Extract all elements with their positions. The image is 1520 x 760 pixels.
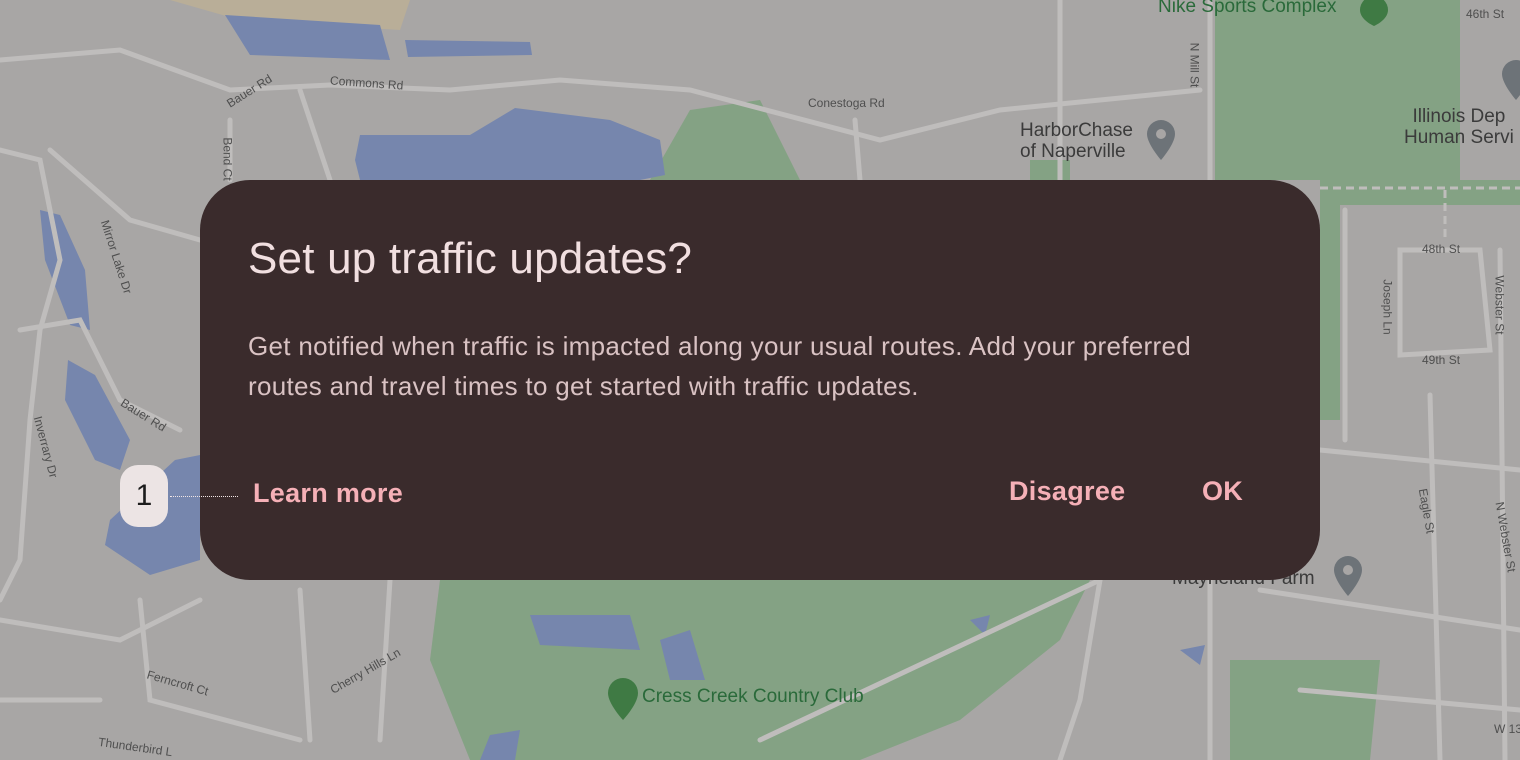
disagree-button[interactable]: Disagree [1009,476,1125,507]
traffic-updates-dialog: Set up traffic updates? Get notified whe… [200,180,1320,580]
learn-more-button[interactable]: Learn more [253,478,403,509]
annotation-marker: 1 [120,465,168,527]
dialog-body: Get notified when traffic is impacted al… [248,331,1191,401]
dialog-title: Set up traffic updates? [248,234,693,283]
annotation-leader-line [170,496,238,497]
ok-button[interactable]: OK [1202,476,1243,507]
